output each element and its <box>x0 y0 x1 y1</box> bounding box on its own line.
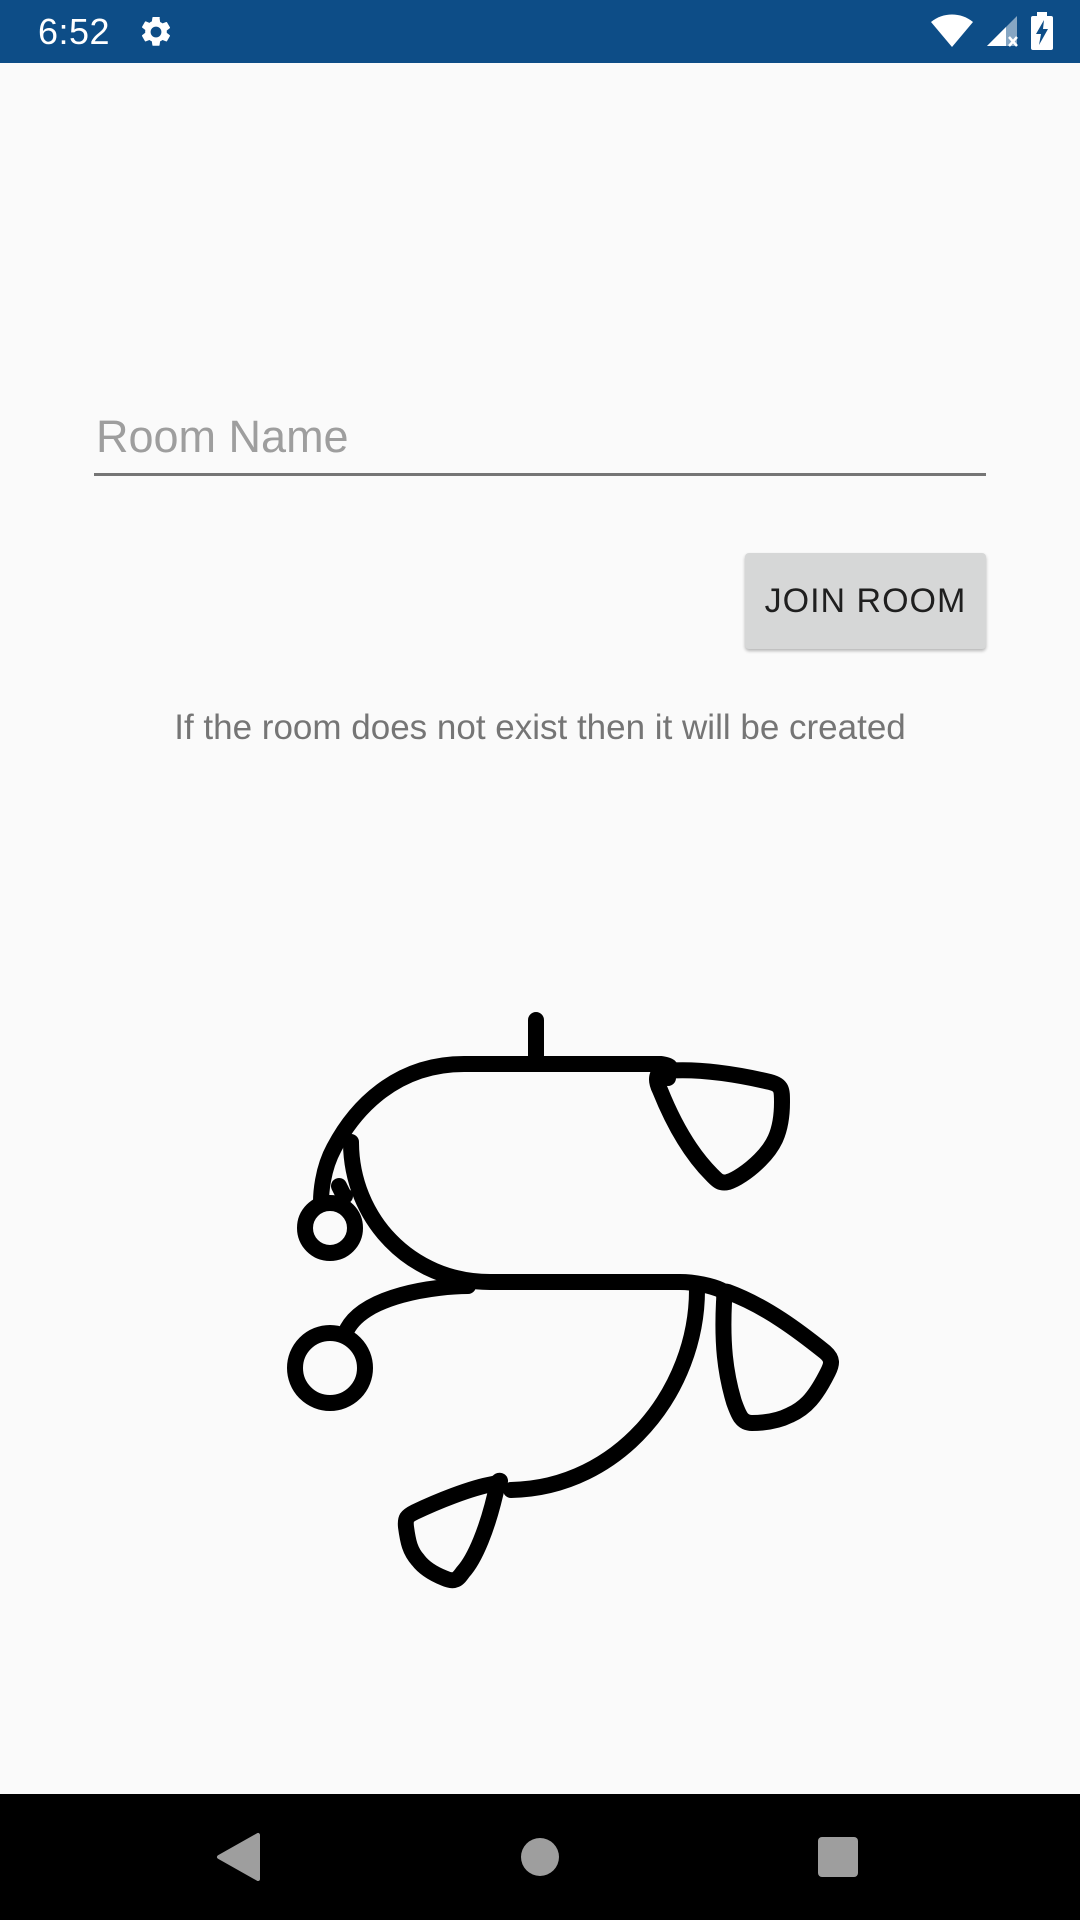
status-icons <box>930 12 1054 50</box>
hint-text: If the room does not exist then it will … <box>174 708 906 747</box>
app-logo-icon <box>287 1012 839 1589</box>
join-room-button[interactable]: JOIN ROOM <box>745 553 986 649</box>
room-name-input[interactable] <box>94 400 986 476</box>
battery-charging-icon <box>1031 12 1053 50</box>
home-icon[interactable] <box>505 1822 575 1892</box>
wifi-icon <box>931 14 973 47</box>
settings-gear-icon <box>141 16 171 46</box>
navigation-bar <box>0 1794 1080 1920</box>
back-icon[interactable] <box>204 1822 274 1892</box>
status-time: 6:52 <box>38 11 111 52</box>
recents-icon[interactable] <box>803 1822 873 1892</box>
cell-signal-icon <box>987 16 1018 47</box>
status-bar: 6:52 <box>0 0 1080 63</box>
